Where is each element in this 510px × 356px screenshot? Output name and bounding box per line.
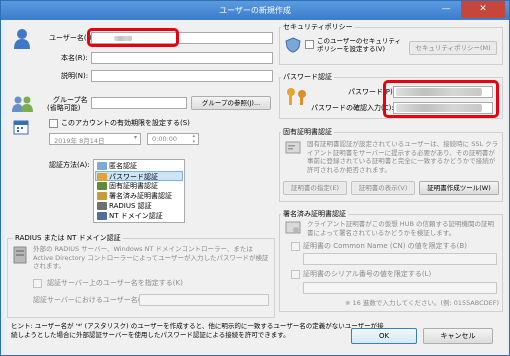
certificate-specify-button[interactable]: 証明書の指定(E) [283, 181, 347, 195]
radius-icon [97, 202, 107, 210]
radius-username-check-label: 認証サーバー上のユーザー名を指定する(K) [47, 279, 183, 287]
anonymous-icon [97, 162, 107, 170]
password-auth-title: パスワード認証 [281, 73, 334, 82]
radius-username-checkbox[interactable] [33, 279, 42, 288]
signed-cert-title: 署名済み証明書認証 [281, 210, 348, 219]
calendar-icon [13, 120, 29, 135]
password-confirm-label: パスワードの確認入力(C): [311, 104, 394, 112]
ok-button[interactable]: OK [351, 328, 417, 344]
serial-note: ※ 16 進数で入力してください。(例: 0155ABCDEF) [345, 299, 500, 307]
group-sublabel: (省略可能) [47, 104, 81, 112]
certificate-auth-title: 固有証明書認証 [281, 128, 334, 137]
auth-method-item[interactable]: RADIUS 認証 [97, 201, 152, 211]
key-icon [97, 173, 107, 181]
auth-method-list[interactable]: 匿名認証 パスワード認証 固有証明書認証 署名済み証明書認証 RADIUS 認証… [93, 159, 185, 223]
serial-input[interactable] [303, 282, 497, 294]
username-highlight [87, 28, 179, 47]
group-browse-button[interactable]: グループの参照(J)... [191, 96, 271, 110]
expire-label: このアカウントの有効期限を設定する(S) [61, 119, 190, 127]
close-button[interactable]: ✕ [461, 1, 505, 18]
expire-date-picker[interactable]: 2019年 8月14日 ▾ [49, 133, 141, 145]
expire-checkbox[interactable] [49, 119, 58, 128]
signed-cert-icon [285, 221, 301, 234]
signed-cert-description: クライアント証明書がこの仮想 HUB の信頼する証明機関の証明書によって署名され… [307, 220, 494, 237]
auth-method-item[interactable]: 署名済み証明書認証 [97, 191, 172, 201]
certificate-view-button[interactable]: 証明書の表示(V) [351, 181, 415, 195]
hint-text: ヒント: ユーザー名が '*' (アスタリスク) のユーザーを作成すると、他に明… [11, 322, 384, 339]
shield-icon [285, 37, 301, 53]
user-icon [14, 29, 30, 49]
signed-cert-icon [97, 192, 107, 200]
serial-check-label: 証明書のシリアル番号の値を限定する(L) [303, 270, 432, 278]
cancel-button[interactable]: キャンセル [423, 328, 493, 344]
auth-method-label: 認証方法(A): [49, 161, 90, 169]
server-icon [13, 246, 27, 264]
radius-description: 外部の RADIUS サーバー、Windows NT ドメインコントローラー、ま… [33, 245, 269, 270]
expire-date-value: 2019年 8月14日 [54, 137, 105, 145]
cn-input[interactable] [303, 253, 497, 265]
minimize-button[interactable]: — [433, 1, 459, 18]
security-policy-button[interactable]: セキュリティポリシー(M) [409, 41, 497, 55]
certificate-tool-button[interactable]: 証明書作成ツール(W) [419, 181, 499, 195]
description-label: 説明(N): [61, 72, 89, 80]
auth-method-item-selected[interactable]: パスワード認証 [95, 171, 183, 181]
group-icon [12, 96, 33, 112]
nt-domain-icon [97, 212, 107, 220]
expire-time-picker[interactable]: 0:00:00 ▴ ▾ [147, 133, 199, 145]
auth-method-item[interactable]: NT ドメイン認証 [97, 211, 163, 221]
cn-checkbox[interactable] [291, 242, 300, 251]
serial-checkbox[interactable] [291, 270, 300, 279]
title-bar: ユーザーの新規作成 — ✕ [1, 1, 509, 20]
password-highlight [383, 80, 499, 118]
certificate-description: 固有証明書認証が設定されているユーザーは、接続時に SSL クライアント証明書を… [307, 140, 499, 174]
certificate-icon [97, 182, 107, 190]
radius-server-username-label: 認証サーバーにおけるユーザー名(T): [33, 296, 150, 304]
spinner-icon: ▴ ▾ [192, 133, 195, 145]
dialog-body: ユーザー名(U): 本名(R): 説明(N): グループ名 (省略可能) グルー… [5, 20, 507, 354]
security-policy-title: セキュリティポリシー [281, 23, 355, 32]
security-policy-check-label: このユーザーのセキュリティポリシーを設定する(V) [317, 37, 401, 53]
certificate-icon [285, 141, 301, 154]
group-input[interactable] [91, 97, 187, 109]
security-policy-checkbox[interactable] [305, 40, 314, 49]
key-icon [287, 88, 306, 105]
chevron-down-icon: ▾ [133, 134, 137, 141]
dialog-window: ユーザーの新規作成 — ✕ ユーザー名(U): 本名(R): 説明(N): グル… [0, 0, 510, 356]
realname-input[interactable] [91, 52, 273, 64]
radius-server-username-input[interactable] [139, 294, 269, 306]
radius-group-title: RADIUS または NT ドメイン認証 [13, 234, 123, 243]
auth-method-item[interactable]: 固有証明書認証 [97, 181, 158, 191]
realname-label: 本名(R): [61, 54, 88, 62]
expire-time-value: 0:00:00 [152, 135, 178, 143]
auth-method-item[interactable]: 匿名認証 [97, 161, 137, 171]
cn-check-label: 証明書の Common Name (CN) の値を限定する(B) [303, 242, 467, 250]
description-input[interactable] [91, 70, 273, 82]
